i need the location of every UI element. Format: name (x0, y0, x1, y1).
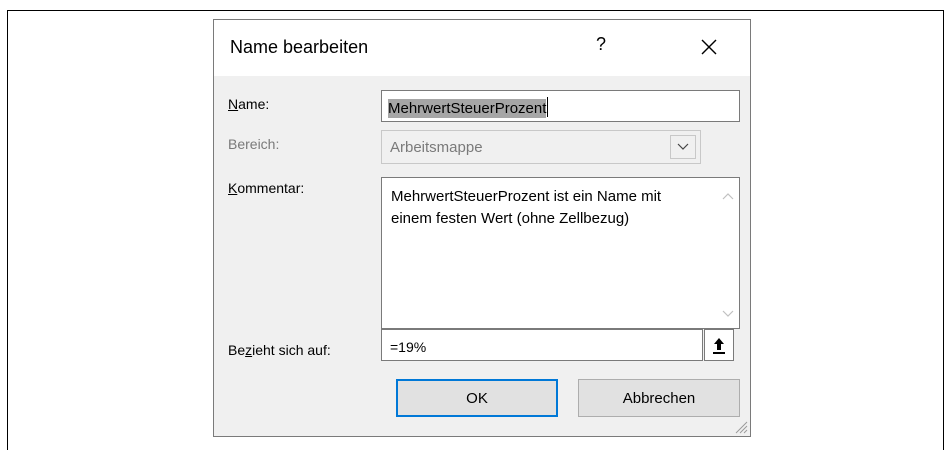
scope-dropdown-button[interactable] (670, 135, 696, 159)
background-frame-top (7, 10, 943, 11)
collapse-dialog-icon (713, 338, 725, 354)
name-label: Name: (228, 96, 269, 112)
ok-button[interactable]: OK (396, 379, 558, 417)
comment-textarea[interactable]: MehrwertSteuerProzent ist ein Name mit e… (381, 177, 740, 329)
chevron-down-icon (677, 143, 689, 150)
resize-grip-icon[interactable] (734, 420, 748, 434)
chevron-up-icon[interactable] (717, 186, 739, 206)
background-frame-left (7, 10, 8, 450)
name-label-mnemonic: N (228, 96, 239, 112)
name-label-rest: ame: (238, 96, 270, 112)
comment-label: Kommentar: (228, 180, 304, 196)
chevron-down-icon[interactable] (717, 304, 739, 324)
refers-to-input[interactable]: =19% (381, 329, 703, 361)
edit-name-dialog: Name bearbeiten ? Name: MehrwertSteuerPr… (213, 19, 751, 437)
comment-label-mnemonic: K (228, 180, 238, 196)
dialog-title: Name bearbeiten (230, 37, 369, 57)
comment-label-rest: ommentar: (237, 180, 305, 196)
background-frame-right (943, 10, 944, 450)
text-caret (547, 97, 549, 117)
scope-select-value: Arbeitsmappe (390, 139, 483, 156)
close-button[interactable] (694, 34, 724, 60)
help-button[interactable]: ? (596, 34, 606, 55)
name-input-value: MehrwertSteuerProzent (388, 99, 547, 118)
refers-to-label-post: ieht sich auf: (252, 342, 331, 358)
refers-to-value: =19% (390, 339, 427, 355)
collapse-dialog-button[interactable] (704, 329, 734, 361)
comment-text: MehrwertSteuerProzent ist ein Name mit e… (391, 188, 662, 227)
scope-select[interactable]: Arbeitsmappe (381, 130, 701, 164)
refers-to-label-pre: Be (228, 342, 246, 358)
scope-label: Bereich: (228, 136, 280, 152)
dialog-titlebar: Name bearbeiten ? (214, 20, 750, 76)
close-icon (701, 39, 717, 55)
refers-to-label: Bezieht sich auf: (228, 342, 331, 358)
comment-scrollbar[interactable] (717, 178, 739, 328)
name-input[interactable]: MehrwertSteuerProzent (381, 90, 740, 122)
cancel-button[interactable]: Abbrechen (578, 379, 740, 417)
